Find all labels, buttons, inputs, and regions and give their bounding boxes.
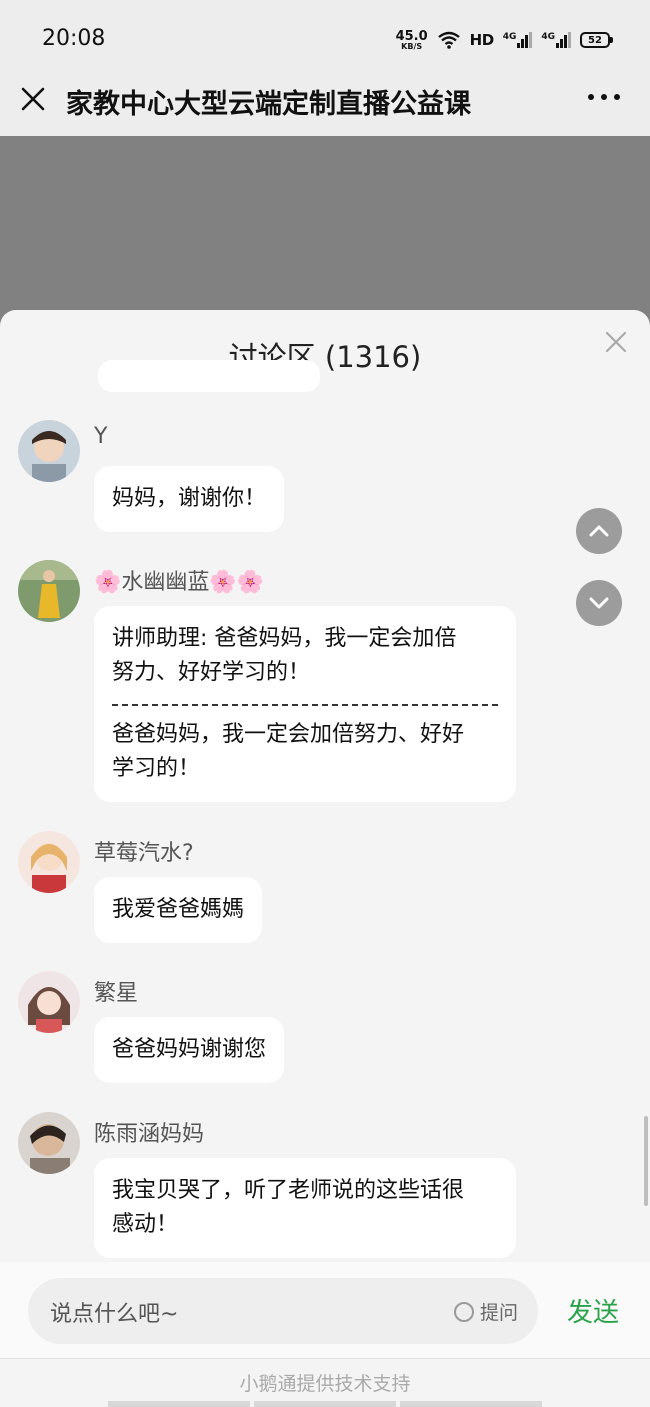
signal-label-1: 4G (502, 32, 517, 42)
quote-divider (112, 704, 498, 706)
message-bubble-partial (98, 360, 320, 392)
footer: 小鹅通提供技术支持 (0, 1358, 650, 1407)
username: Y (94, 424, 108, 449)
powered-by-text: 小鹅通提供技术支持 (239, 1373, 411, 1395)
ask-label: 提问 (479, 1302, 518, 1324)
ask-question-toggle[interactable]: 提问 (453, 1298, 518, 1325)
message-text: 爸爸妈妈谢谢您 (112, 1037, 267, 1062)
message-bubble: 讲师助理: 爸爸妈妈，我一定会加倍 努力、好好学习的！ 爸爸妈妈，我一定会加倍努… (94, 606, 516, 802)
bottom-tab-indicator (400, 1401, 542, 1407)
radio-icon (453, 1301, 474, 1322)
scrollbar[interactable] (644, 1116, 648, 1206)
more-options-icon[interactable] (588, 94, 620, 100)
avatar[interactable] (18, 971, 80, 1033)
message-bubble: 爸爸妈妈谢谢您 (94, 1017, 285, 1083)
username: 繁星 (94, 981, 139, 1006)
message-bubble: 我爱爸爸媽媽 (94, 877, 263, 943)
status-bar: 20:08 45.0 KB/S HD 4G 4G 52 (0, 0, 650, 72)
username: 🌸水幽幽蓝🌸🌸 (94, 570, 265, 595)
message-text: 我爱爸爸媽媽 (112, 897, 245, 922)
panel-close-icon[interactable] (604, 330, 628, 354)
message-text: 讲师助理: 爸爸妈妈，我一定会加倍 (112, 626, 457, 651)
quoted-text: 学习的！ (112, 756, 201, 781)
username: 草莓汽水? (94, 841, 194, 866)
username: 陈雨涵妈妈 (94, 1122, 205, 1147)
bottom-tab-indicator (108, 1401, 250, 1407)
input-placeholder: 说点什么吧~ (50, 1302, 179, 1327)
input-bar: 说点什么吧~ 提问 发送 (0, 1262, 650, 1358)
scroll-up-button[interactable] (576, 508, 622, 554)
scroll-down-button[interactable] (576, 580, 622, 626)
avatar[interactable] (18, 420, 80, 482)
comment-input[interactable]: 说点什么吧~ 提问 (28, 1278, 538, 1344)
chevron-up-icon (589, 525, 609, 537)
signal-icon: 4G (541, 32, 571, 48)
signal-label-2: 4G (541, 32, 555, 42)
status-time: 20:08 (42, 26, 106, 51)
page-title: 家教中心大型云端定制直播公益课 (66, 89, 471, 120)
message-bubble: 妈妈，谢谢你！ (94, 466, 285, 532)
battery-level: 52 (588, 34, 602, 46)
wifi-icon (437, 31, 460, 49)
battery-icon: 52 (580, 32, 613, 48)
close-icon[interactable] (18, 84, 48, 114)
live-video-area[interactable] (0, 136, 650, 326)
hd-indicator: HD (469, 31, 495, 49)
message-text: 我宝贝哭了，听了老师说的这些话很 (112, 1178, 465, 1203)
bottom-tab-indicator (254, 1401, 396, 1407)
network-speed-value: 45.0 (395, 28, 428, 44)
avatar[interactable] (18, 560, 80, 622)
send-button[interactable]: 发送 (567, 1292, 619, 1329)
message-text: 努力、好好学习的！ (112, 660, 311, 685)
message-text: 妈妈，谢谢你！ (112, 486, 267, 511)
network-speed-unit: KB/S (401, 41, 423, 51)
avatar[interactable] (18, 1112, 80, 1174)
title-bar: 家教中心大型云端定制直播公益课 (0, 72, 650, 136)
signal-icon: 4G (503, 32, 533, 48)
discussion-panel: 讨论区 (1316) Y 妈妈，谢谢你！ 🌸水幽幽蓝🌸🌸 讲师助理: 爸爸妈妈，… (0, 310, 650, 1407)
quoted-text: 爸爸妈妈，我一定会加倍努力、好好 (112, 722, 465, 747)
message-text: 感动！ (112, 1212, 179, 1237)
network-speed: 45.0 KB/S (396, 30, 428, 51)
message-bubble: 我宝贝哭了，听了老师说的这些话很 感动！ (94, 1158, 516, 1258)
status-icons: 45.0 KB/S HD 4G 4G 52 (396, 26, 613, 54)
avatar[interactable] (18, 831, 80, 893)
chevron-down-icon (589, 597, 609, 609)
